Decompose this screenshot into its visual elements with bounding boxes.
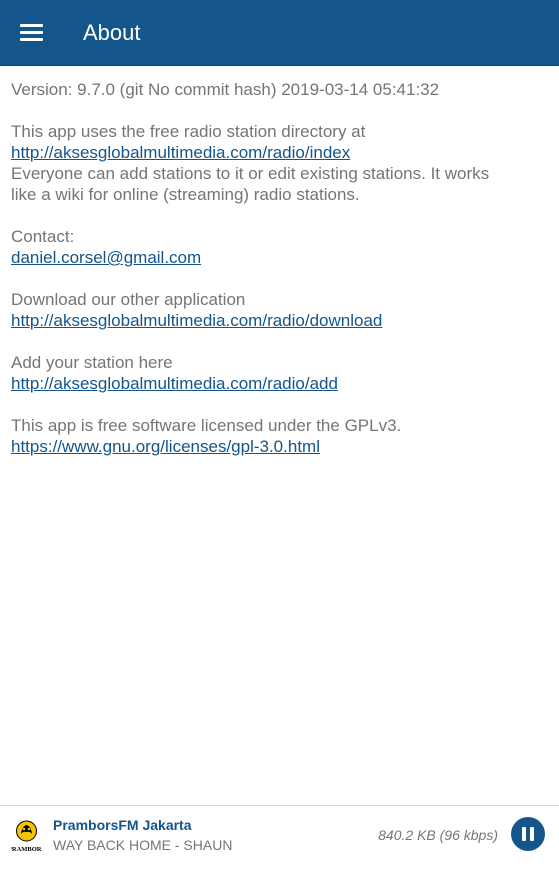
directory-link[interactable]: http://aksesglobalmultimedia.com/radio/i…	[11, 142, 549, 163]
directory-description-line-2: like a wiki for online (streaming) radio…	[11, 185, 360, 204]
track-title: WAY BACK HOME - SHAUN	[53, 837, 233, 853]
license-link[interactable]: https://www.gnu.org/licenses/gpl-3.0.htm…	[11, 436, 549, 457]
about-content: Version: 9.7.0 (git No commit hash) 2019…	[11, 79, 549, 457]
version-text: Version: 9.7.0 (git No commit hash) 2019…	[11, 80, 440, 99]
directory-intro-text: This app uses the free radio station dir…	[11, 122, 366, 141]
station-name: PramborsFM Jakarta	[53, 817, 192, 833]
download-label: Download our other application	[11, 290, 246, 309]
pause-button[interactable]	[511, 817, 545, 851]
download-link[interactable]: http://aksesglobalmultimedia.com/radio/d…	[11, 310, 549, 331]
directory-description-line-1: Everyone can add stations to it or edit …	[11, 164, 490, 183]
add-station-link[interactable]: http://aksesglobalmultimedia.com/radio/a…	[11, 373, 549, 394]
svg-text:PRAMBORS: PRAMBORS	[11, 846, 42, 853]
contact-label: Contact:	[11, 227, 75, 246]
contact-email-link[interactable]: daniel.corsel@gmail.com	[11, 247, 549, 268]
page-title: About	[83, 20, 141, 45]
add-station-label: Add your station here	[11, 353, 173, 372]
app-bar: About	[0, 0, 559, 66]
license-text: This app is free software licensed under…	[11, 416, 402, 435]
hamburger-menu-icon[interactable]	[20, 22, 44, 42]
now-playing-bar[interactable]: PRAMBORS PramborsFM Jakarta WAY BACK HOM…	[0, 805, 559, 869]
pause-icon	[522, 827, 526, 841]
prambors-logo-icon: PRAMBORS	[8, 818, 45, 856]
stream-info: 840.2 KB (96 kbps)	[378, 827, 498, 843]
